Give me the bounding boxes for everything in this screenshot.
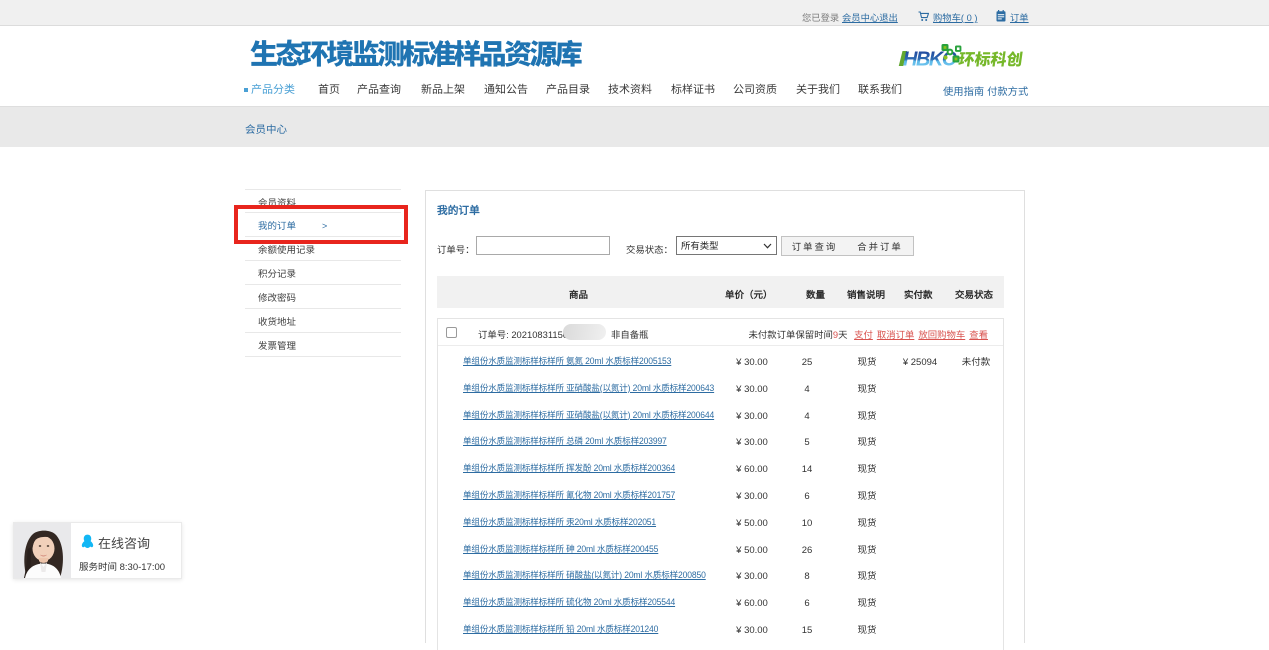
svg-text:环标科创: 环标科创 [957, 46, 1024, 70]
